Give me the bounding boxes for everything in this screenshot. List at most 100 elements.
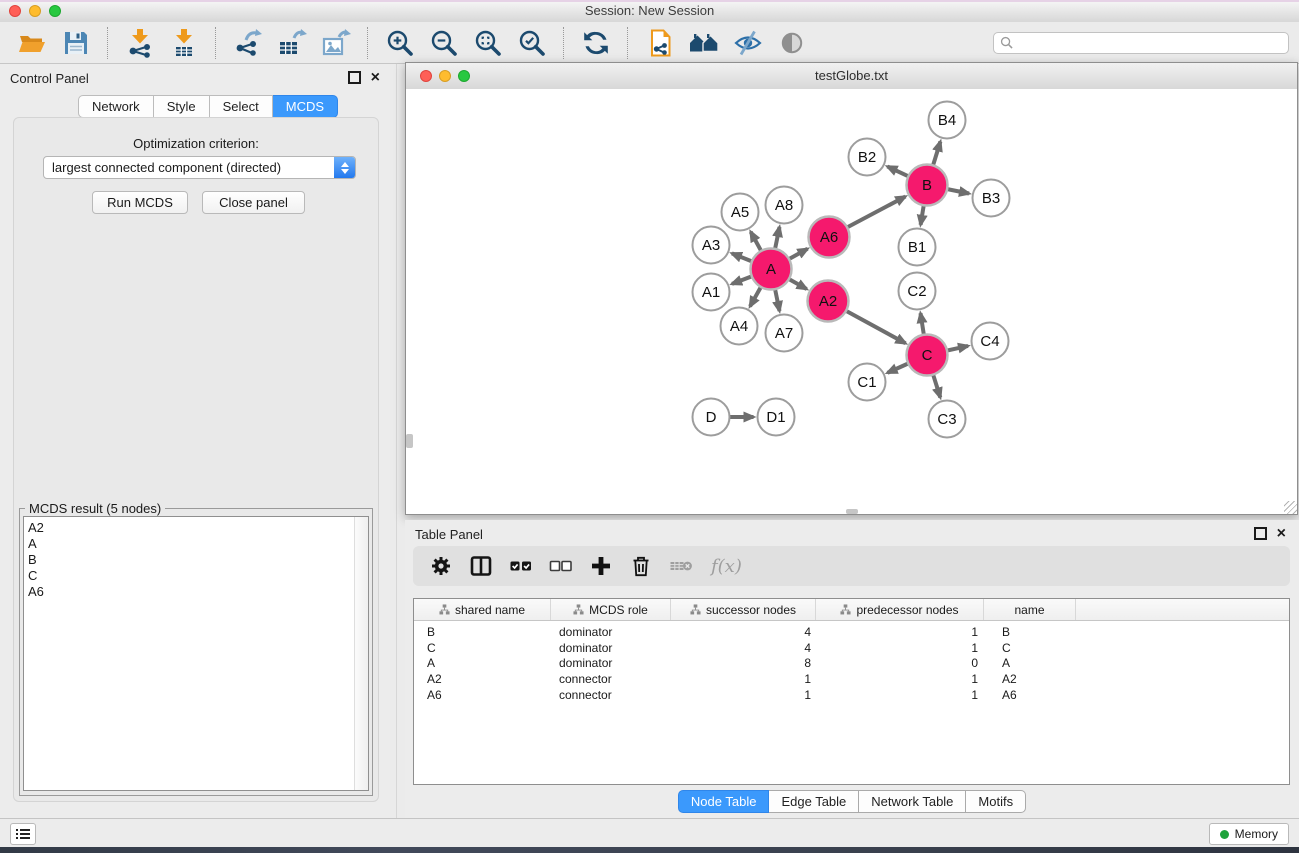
table-cell[interactable]: dominator — [551, 656, 671, 672]
resize-grip[interactable] — [1284, 501, 1297, 514]
graph-node-label-A7: A7 — [775, 325, 793, 342]
column-header-name[interactable]: name — [984, 599, 1076, 620]
search-icon — [1000, 36, 1013, 49]
mcds-result-item[interactable]: A6 — [24, 584, 354, 600]
table-cell-filler — [1076, 625, 1289, 641]
mcds-result-groupbox: MCDS result (5 nodes) A2ABCA6 — [19, 508, 373, 796]
tab-edge-table[interactable]: Edge Table — [769, 790, 859, 813]
export-image-icon[interactable] — [321, 28, 351, 58]
table-cell[interactable]: 4 — [671, 641, 816, 657]
function-builder-icon: f(x) — [709, 554, 745, 578]
optimization-criterion-label: Optimization criterion: — [14, 136, 378, 151]
table-cell[interactable]: A — [984, 656, 1076, 672]
close-table-panel-icon[interactable]: × — [1277, 529, 1286, 539]
criterion-dropdown[interactable]: largest connected component (directed) — [43, 156, 356, 179]
tab-network[interactable]: Network — [78, 95, 154, 118]
table-cell[interactable]: A2 — [414, 672, 551, 688]
network-canvas[interactable]: B4B2BB3A8A5A6A3B1AA1C2A2A4A7C4CC1C3DD1 — [406, 89, 1297, 514]
zoom-out-icon[interactable] — [429, 28, 459, 58]
table-cell[interactable]: C — [984, 641, 1076, 657]
horizontal-scroll-thumb[interactable] — [846, 509, 858, 514]
tab-mcds[interactable]: MCDS — [273, 95, 338, 118]
float-table-panel-icon[interactable] — [1254, 527, 1267, 540]
titlebar: Session: New Session — [0, 0, 1299, 23]
show-graphics-details-icon[interactable] — [777, 28, 807, 58]
add-column-icon[interactable] — [589, 554, 613, 578]
column-header-MCDS-role[interactable]: MCDS role — [551, 599, 671, 620]
table-cell[interactable]: A6 — [414, 688, 551, 704]
column-header-predecessor-nodes[interactable]: predecessor nodes — [816, 599, 984, 620]
table-cell[interactable]: C — [414, 641, 551, 657]
export-network-icon[interactable] — [233, 28, 263, 58]
table-cell[interactable]: 1 — [671, 672, 816, 688]
table-cell[interactable]: 1 — [816, 688, 984, 704]
export-table-icon[interactable] — [277, 28, 307, 58]
zoom-in-icon[interactable] — [385, 28, 415, 58]
table-cell[interactable]: dominator — [551, 625, 671, 641]
column-header-shared-name[interactable]: shared name — [414, 599, 551, 620]
close-panel-icon[interactable]: × — [371, 73, 380, 83]
hide-graphics-details-icon[interactable] — [733, 28, 763, 58]
graph-node-label-A5: A5 — [731, 204, 749, 221]
table-cell[interactable]: 4 — [671, 625, 816, 641]
memory-button[interactable]: Memory — [1209, 823, 1289, 845]
list-scrollbar[interactable] — [354, 517, 368, 790]
table-cell[interactable]: A2 — [984, 672, 1076, 688]
memory-label: Memory — [1235, 827, 1278, 841]
memory-status-icon — [1220, 830, 1229, 839]
import-table-icon[interactable] — [169, 28, 199, 58]
mcds-result-item[interactable]: B — [24, 552, 354, 568]
task-history-button[interactable] — [10, 823, 36, 845]
refresh-layout-icon[interactable] — [581, 28, 611, 58]
column-header-label: shared name — [455, 603, 525, 617]
close-panel-button[interactable]: Close panel — [202, 191, 305, 214]
mcds-result-item[interactable]: C — [24, 568, 354, 584]
mcds-result-title: MCDS result (5 nodes) — [25, 501, 165, 516]
tab-style[interactable]: Style — [154, 95, 210, 118]
zoom-fit-icon[interactable] — [473, 28, 503, 58]
table-cell[interactable]: B — [984, 625, 1076, 641]
table-cell[interactable]: A6 — [984, 688, 1076, 704]
save-session-icon[interactable] — [61, 28, 91, 58]
table-cell[interactable]: 1 — [816, 625, 984, 641]
network-view-window: testGlobe.txt B4B2BB3A8A5A6A3B1AA1C2A2A4… — [405, 62, 1298, 515]
float-panel-icon[interactable] — [348, 71, 361, 84]
table-cell[interactable]: connector — [551, 688, 671, 704]
graph-node-label-A1: A1 — [702, 284, 720, 301]
column-header-successor-nodes[interactable]: successor nodes — [671, 599, 816, 620]
table-cell[interactable]: connector — [551, 672, 671, 688]
vertical-scroll-thumb[interactable] — [406, 434, 413, 448]
select-all-checkboxes-icon[interactable] — [509, 554, 533, 578]
open-network-file-icon[interactable] — [645, 28, 675, 58]
table-cell[interactable]: 1 — [816, 672, 984, 688]
run-mcds-button[interactable]: Run MCDS — [92, 191, 188, 214]
tab-network-table[interactable]: Network Table — [859, 790, 966, 813]
table-cell[interactable]: 0 — [816, 656, 984, 672]
tab-select[interactable]: Select — [210, 95, 273, 118]
table-panel-title: Table Panel — [415, 527, 483, 542]
table-cell[interactable]: 1 — [671, 688, 816, 704]
table-cell[interactable]: B — [414, 625, 551, 641]
tab-motifs[interactable]: Motifs — [966, 790, 1026, 813]
mcds-result-item[interactable]: A2 — [24, 520, 354, 536]
network-window-titlebar: testGlobe.txt — [406, 63, 1297, 90]
zoom-selected-icon[interactable] — [517, 28, 547, 58]
import-network-icon[interactable] — [125, 28, 155, 58]
search-box[interactable] — [993, 32, 1289, 54]
table-cell-filler — [1076, 656, 1289, 672]
search-input[interactable] — [1018, 35, 1282, 51]
column-layout-icon[interactable] — [469, 554, 493, 578]
toolbar-separator — [215, 27, 217, 59]
table-cell[interactable]: 8 — [671, 656, 816, 672]
table-cell[interactable]: A — [414, 656, 551, 672]
tab-node-table[interactable]: Node Table — [678, 790, 770, 813]
home-icon[interactable] — [689, 28, 719, 58]
delete-column-icon[interactable] — [629, 554, 653, 578]
open-file-icon[interactable] — [17, 28, 47, 58]
settings-icon[interactable] — [429, 554, 453, 578]
mcds-result-item[interactable]: A — [24, 536, 354, 552]
table-cell[interactable]: 1 — [816, 641, 984, 657]
table-cell[interactable]: dominator — [551, 641, 671, 657]
deselect-all-checkboxes-icon[interactable] — [549, 554, 573, 578]
column-header-label: MCDS role — [589, 603, 648, 617]
